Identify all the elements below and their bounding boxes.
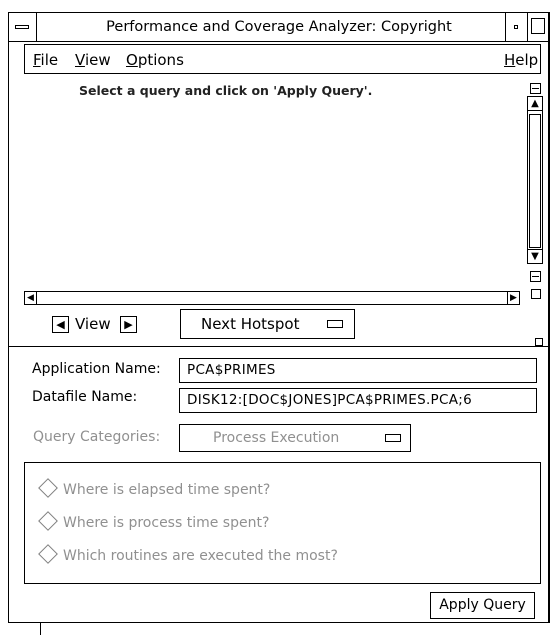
query-option-label: Which routines are executed the most? [63,548,338,564]
radio-diamond-icon [38,478,58,498]
scroll-right-arrow-icon[interactable]: ▶ [507,292,519,304]
radio-diamond-icon [38,511,58,531]
scroll-top-icon [532,88,539,89]
scroll-corner-box [531,289,541,299]
option-menu-indicator-icon [327,320,343,328]
minimize-button[interactable] [505,13,527,41]
window-side-decoration [549,12,550,623]
scroll-up-arrow-icon[interactable]: ▲ [528,97,542,111]
app-name-label: Application Name: [32,361,161,377]
menu-help-mnemonic: H [504,51,516,69]
menu-file-mnemonic: F [33,51,41,69]
scroll-bottom-icon [532,276,539,277]
menu-file-label: ile [40,51,59,69]
query-option-label: Where is elapsed time spent? [63,482,271,498]
menu-options-mnemonic: O [126,51,138,69]
query-categories-label: Query Categories: [33,429,161,445]
horizontal-scroll-thumb[interactable] [38,293,505,303]
query-option-1[interactable]: Where is elapsed time spent? [38,478,271,498]
maximize-button[interactable] [527,13,548,41]
next-hotspot-label: Next Hotspot [201,315,300,333]
window-menu-icon [15,25,29,29]
minimize-icon [514,25,518,29]
view-next-arrow-icon[interactable]: ▶ [120,316,137,333]
query-option-label: Where is process time spent? [63,515,270,531]
menu-help-label: elp [515,51,539,69]
apply-query-button[interactable]: Apply Query [430,592,535,619]
query-categories-value: Process Execution [213,430,340,446]
section-divider [8,346,549,347]
menu-options[interactable]: Options [126,51,184,69]
query-instruction: Select a query and click on 'Apply Query… [79,83,373,98]
menu-options-label: ptions [137,51,184,69]
resize-handle[interactable] [535,338,543,346]
datafile-name-label: Datafile Name: [32,389,138,405]
option-menu-indicator-icon [385,434,401,442]
query-option-3[interactable]: Which routines are executed the most? [38,544,338,564]
radio-diamond-icon [38,544,58,564]
query-list[interactable] [24,76,524,288]
window-bottom-edge [40,623,41,635]
horizontal-scrollbar[interactable]: ◀ ▶ [24,291,520,305]
window-title: Performance and Coverage Analyzer: Copyr… [106,19,452,35]
query-options-box: Where is elapsed time spent? Where is pr… [24,462,541,584]
vertical-scroll-thumb[interactable] [529,114,541,248]
menu-bar: File View Options Help [24,44,541,74]
menu-view[interactable]: View [75,51,111,69]
maximize-icon [531,18,545,34]
scroll-top-button[interactable] [530,83,541,94]
query-option-2[interactable]: Where is process time spent? [38,511,270,531]
vertical-scrollbar[interactable]: ▲ ▼ [527,96,543,264]
view-prev-arrow-icon[interactable]: ◀ [52,316,69,333]
scroll-down-arrow-icon[interactable]: ▼ [528,249,542,263]
app-name-field[interactable]: PCA$PRIMES [179,358,537,383]
menu-view-label: iew [84,51,111,69]
menu-view-mnemonic: V [75,51,85,69]
datafile-name-field[interactable]: DISK12:[DOC$JONES]PCA$PRIMES.PCA;6 [179,388,537,413]
scroll-left-arrow-icon[interactable]: ◀ [25,292,37,304]
view-label: View [75,315,111,333]
title-bar: Performance and Coverage Analyzer: Copyr… [8,12,549,42]
menu-file[interactable]: File [33,51,58,69]
query-categories-menu[interactable]: Process Execution [179,424,411,452]
next-hotspot-menu[interactable]: Next Hotspot [180,309,355,339]
window-menu-button[interactable] [9,13,37,41]
scroll-bottom-button[interactable] [530,271,541,282]
menu-help[interactable]: Help [504,51,538,69]
